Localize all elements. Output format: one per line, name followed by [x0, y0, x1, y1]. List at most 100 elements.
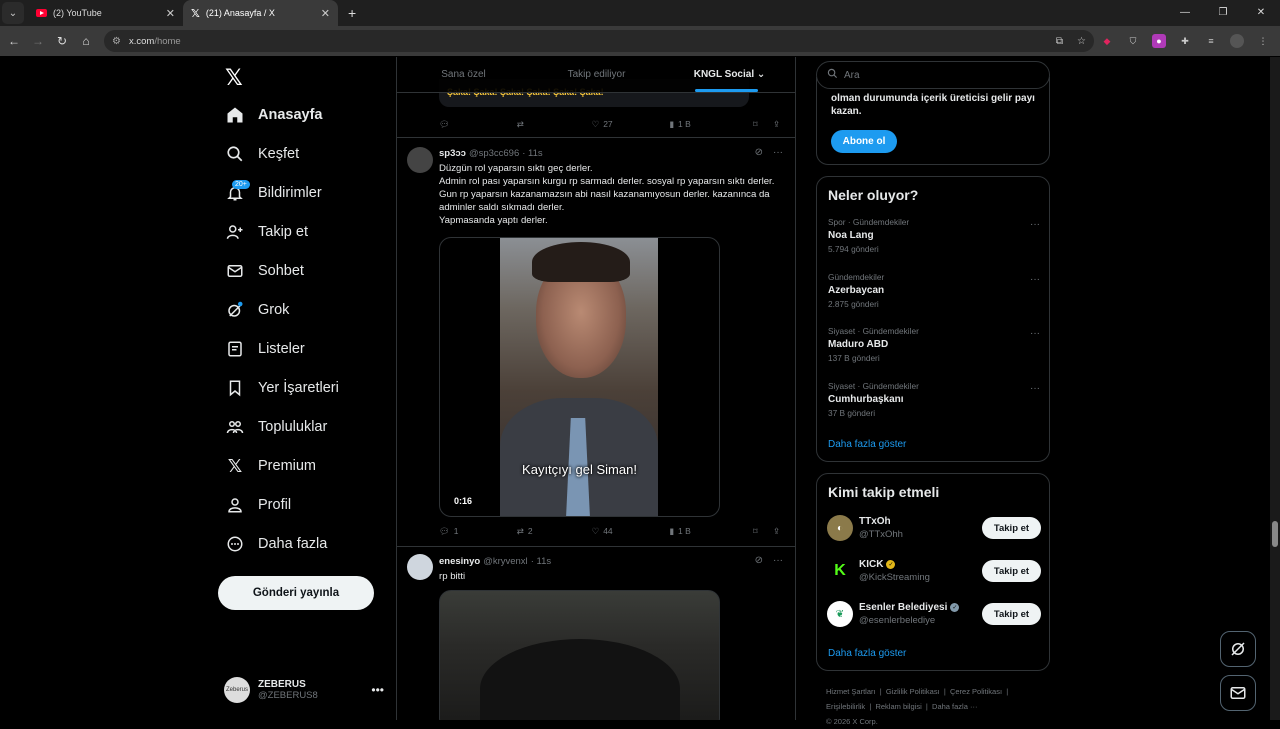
- avatar[interactable]: [407, 147, 433, 173]
- post-author-name[interactable]: enesinyo: [439, 556, 480, 567]
- reply-button[interactable]: 💬︎ 1: [439, 524, 517, 538]
- views-button[interactable]: ▮ 1 B: [669, 524, 753, 538]
- more-dots-icon[interactable]: ···: [1030, 219, 1040, 230]
- avatar[interactable]: [407, 554, 433, 580]
- bookmark-button[interactable]: ⌑: [753, 117, 773, 131]
- sidebar-item-more[interactable]: Daha fazla: [226, 531, 327, 557]
- tab-kngl-social[interactable]: KNGL Social ⌄: [663, 57, 795, 92]
- post-time[interactable]: · 11s: [531, 556, 551, 567]
- extension-icon[interactable]: ◆: [1100, 34, 1114, 48]
- footer-link[interactable]: Hizmet Şartları: [826, 687, 876, 696]
- maximize-button[interactable]: ❐: [1204, 0, 1242, 26]
- extension-icon[interactable]: ●: [1152, 34, 1166, 48]
- more-dots-icon[interactable]: ···: [1030, 328, 1040, 339]
- post-time[interactable]: · 11s: [522, 148, 542, 159]
- page-scrollbar[interactable]: [1270, 57, 1280, 720]
- url-bar[interactable]: ⚙ x.com/home ⧉ ☆: [104, 30, 1094, 52]
- footer-link[interactable]: Reklam bilgisi: [875, 702, 921, 711]
- grok-icon[interactable]: ⊘: [755, 555, 763, 566]
- footer-link[interactable]: Çerez Politikası: [950, 687, 1002, 696]
- messages-floating-button[interactable]: [1220, 675, 1256, 711]
- account-switcher[interactable]: Zeberus ZEBERUS @ZEBERUS8 •••: [224, 675, 384, 705]
- follow-button[interactable]: Takip et: [982, 603, 1041, 625]
- sidebar-nav: 𝕏 Anasayfa Keşfet 20+ Bildirimler Takip: [216, 57, 396, 720]
- like-button[interactable]: ♡ 27: [592, 117, 670, 131]
- back-button[interactable]: ←: [2, 34, 26, 48]
- grok-icon[interactable]: ⊘: [755, 147, 763, 158]
- x-logo-icon[interactable]: 𝕏: [225, 65, 243, 91]
- reply-button[interactable]: 💬︎: [439, 117, 517, 131]
- search-input[interactable]: Ara: [816, 61, 1050, 89]
- follow-suggestion[interactable]: K KICK ✓ @KickStreaming Takip et: [827, 556, 1041, 586]
- reload-button[interactable]: ↻: [50, 34, 74, 48]
- trend-item[interactable]: Gündemdekiler Azerbaycan 2.875 gönderi ·…: [828, 272, 1040, 309]
- media-control-icon[interactable]: ≡: [1204, 34, 1218, 48]
- repost-button[interactable]: ⇄: [517, 117, 592, 131]
- trend-item[interactable]: Siyaset · Gündemdekiler Cumhurbaşkanı 37…: [828, 381, 1040, 418]
- follow-button[interactable]: Takip et: [982, 560, 1041, 582]
- post-button[interactable]: Gönderi yayınla: [218, 576, 374, 610]
- sidebar-item-lists[interactable]: Listeler: [226, 336, 305, 362]
- sidebar-item-grok[interactable]: Grok: [226, 297, 289, 323]
- trend-category: Gündemdekiler: [828, 272, 885, 282]
- grok-floating-button[interactable]: [1220, 631, 1256, 667]
- home-button[interactable]: ⌂: [74, 34, 98, 48]
- sidebar-item-profile[interactable]: Profil: [226, 492, 291, 518]
- bookmark-star-icon[interactable]: ☆: [1077, 36, 1086, 47]
- trend-item[interactable]: Spor · Gündemdekiler Noa Lang 5.794 gönd…: [828, 217, 1040, 254]
- footer-link[interactable]: Gizlilik Politikası: [886, 687, 940, 696]
- tab-x-home[interactable]: 𝕏 (21) Anasayfa / X ✕: [183, 0, 338, 26]
- follow-button[interactable]: Takip et: [982, 517, 1041, 539]
- post-video[interactable]: Kayıtçıyı gel Siman! 0:16: [439, 237, 720, 517]
- post-author-name[interactable]: sp3ɔɔ: [439, 148, 466, 159]
- profile-avatar[interactable]: [1230, 34, 1244, 48]
- footer-link[interactable]: Erişilebilirlik: [826, 702, 865, 711]
- trend-item[interactable]: Siyaset · Gündemdekiler Maduro ABD 137 B…: [828, 326, 1040, 363]
- more-dots-icon[interactable]: ···: [773, 555, 783, 566]
- new-tab-button[interactable]: +: [348, 5, 356, 21]
- puzzle-icon[interactable]: ✚: [1178, 34, 1192, 48]
- sidebar-item-communities[interactable]: Topluluklar: [226, 414, 327, 440]
- more-dots-icon[interactable]: ···: [1030, 383, 1040, 394]
- tab-following[interactable]: Takip ediliyor: [530, 57, 663, 92]
- repost-button[interactable]: ⇄ 2: [517, 524, 592, 538]
- close-tab-icon[interactable]: ✕: [166, 7, 175, 20]
- post-author-handle[interactable]: @kryvenxl: [483, 556, 528, 567]
- sidebar-item-follow[interactable]: Takip et: [226, 219, 308, 245]
- follow-suggestion[interactable]: ❦ Esenler Belediyesi ✓ @esenlerbelediye T…: [827, 599, 1041, 629]
- sidebar-item-notifications[interactable]: 20+ Bildirimler: [226, 180, 322, 206]
- tab-search-menu[interactable]: ⌄: [2, 2, 24, 24]
- close-tab-icon[interactable]: ✕: [321, 7, 330, 20]
- more-dots-icon[interactable]: •••: [371, 683, 384, 697]
- tab-youtube[interactable]: (2) YouTube ✕: [28, 0, 183, 26]
- footer-link[interactable]: Daha fazla ···: [932, 702, 977, 711]
- scrollbar-thumb[interactable]: [1272, 521, 1278, 547]
- follow-suggestion[interactable]: ◐ TTxOh @TTxOhh Takip et: [827, 513, 1041, 543]
- post-image[interactable]: [439, 590, 720, 720]
- more-dots-icon[interactable]: ···: [1030, 274, 1040, 285]
- minimize-button[interactable]: —: [1166, 0, 1204, 26]
- who-to-follow-show-more-link[interactable]: Daha fazla göster: [828, 648, 906, 659]
- forward-button[interactable]: →: [26, 34, 50, 48]
- share-button[interactable]: ⇪: [773, 117, 787, 131]
- sidebar-item-home[interactable]: Anasayfa: [226, 102, 322, 128]
- views-button[interactable]: ▮ 1 B: [669, 117, 753, 131]
- post-author-handle[interactable]: @sp3cc696: [469, 148, 519, 159]
- tab-for-you[interactable]: Sana özel: [397, 57, 530, 92]
- bookmark-button[interactable]: ⌑: [753, 524, 773, 538]
- more-dots-icon[interactable]: ···: [773, 147, 783, 158]
- sidebar-item-premium[interactable]: 𝕏 Premium: [226, 453, 316, 479]
- close-window-button[interactable]: ✕: [1242, 0, 1280, 26]
- menu-dots-icon[interactable]: ⋮: [1256, 34, 1270, 48]
- sidebar-item-label: Grok: [258, 302, 290, 318]
- shield-icon[interactable]: ⛉: [1126, 34, 1140, 48]
- sidebar-item-messages[interactable]: Sohbet: [226, 258, 304, 284]
- sidebar-item-bookmarks[interactable]: Yer İşaretleri: [226, 375, 339, 401]
- like-button[interactable]: ♡ 44: [592, 524, 670, 538]
- share-button[interactable]: ⇪: [773, 524, 787, 538]
- install-app-icon[interactable]: ⧉: [1056, 36, 1063, 47]
- sidebar-item-explore[interactable]: Keşfet: [226, 141, 299, 167]
- subscribe-button[interactable]: Abone ol: [831, 130, 897, 153]
- trends-show-more-link[interactable]: Daha fazla göster: [828, 439, 906, 450]
- site-info-icon[interactable]: ⚙: [112, 36, 121, 47]
